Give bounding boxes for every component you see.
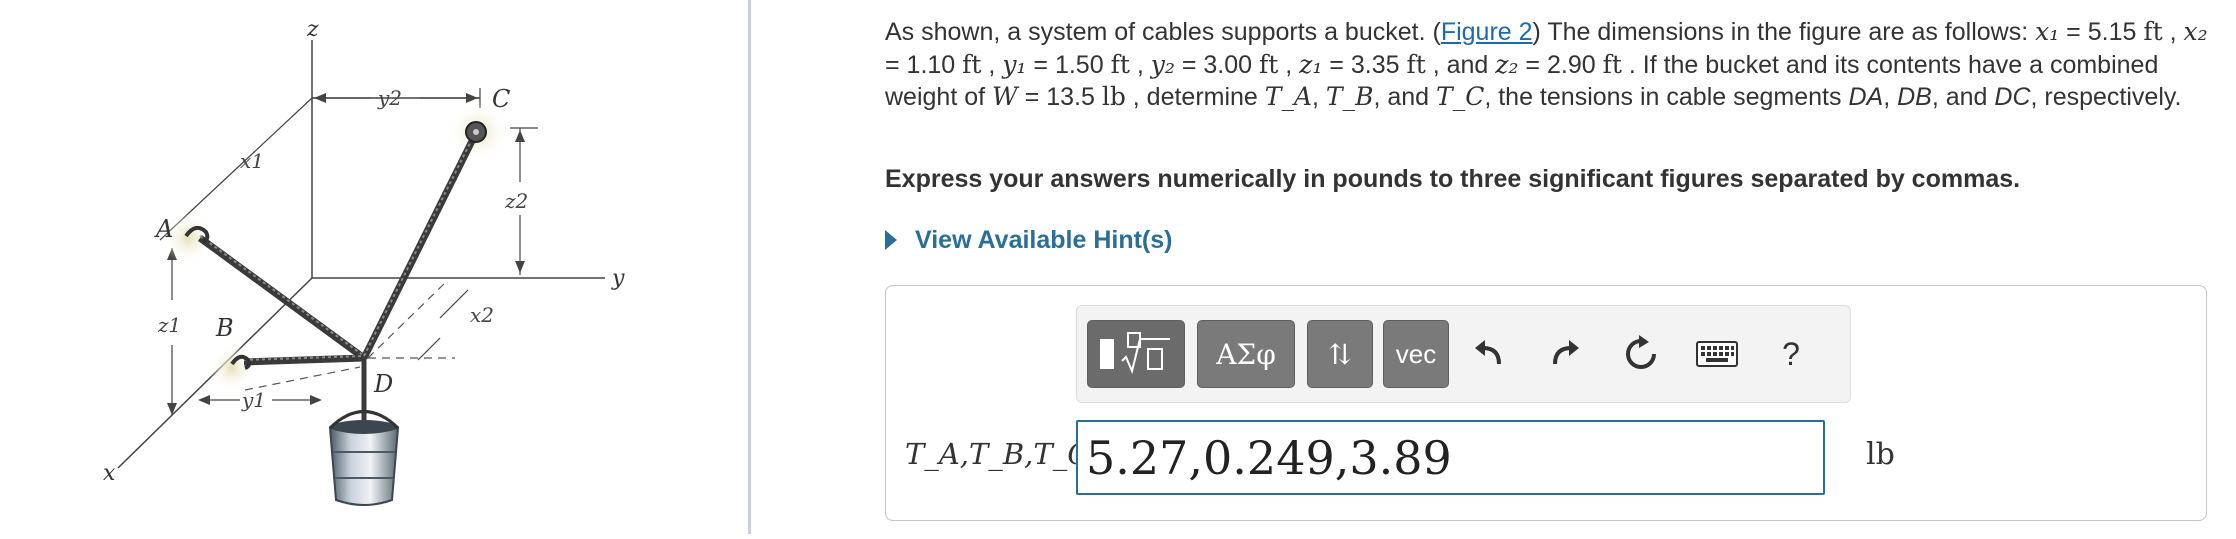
templates-button[interactable]: [1087, 320, 1185, 388]
var-tc: T_C: [1436, 82, 1485, 111]
answer-input[interactable]: [1076, 420, 1825, 495]
z2-dimension-label: z2: [504, 189, 528, 213]
help-button[interactable]: ?: [1767, 330, 1815, 378]
var-x1: x₁: [2035, 17, 2060, 46]
undo-icon: [1475, 340, 1501, 365]
undo-button[interactable]: [1465, 330, 1513, 378]
reset-button[interactable]: [1617, 330, 1665, 378]
answer-instruction: Express your answers numerically in poun…: [885, 165, 2021, 193]
x1-dimension-label: x1: [240, 149, 264, 173]
greek-symbols-button[interactable]: ΑΣφ: [1197, 320, 1295, 388]
redo-button[interactable]: [1541, 330, 1589, 378]
var-y2: y₂: [1150, 49, 1175, 79]
x-axis-label: x: [103, 461, 116, 486]
point-a-label: A: [154, 215, 173, 243]
hint-label: View Available Hint(s): [915, 226, 1173, 254]
problem-text-1: As shown, a system of cables supports a …: [885, 18, 1441, 46]
dashed-b-line: [244, 366, 361, 391]
keyboard-button[interactable]: [1693, 330, 1741, 378]
bucket-icon: [328, 426, 400, 506]
help-icon: ?: [1782, 335, 1800, 372]
var-x2: x₂: [2183, 17, 2208, 46]
var-z1: z₁: [1299, 49, 1323, 79]
point-d-label: D: [373, 370, 393, 398]
reset-icon: [1626, 335, 1656, 369]
point-b-label: B: [215, 314, 234, 342]
redo-icon: [1553, 340, 1579, 365]
keyboard-icon: [1696, 341, 1738, 367]
cable-system-diagram: y2 z2 x1 x2 z1 y1 z y x C A B D: [103, 17, 625, 506]
arrows-button[interactable]: ⇅: [1307, 320, 1373, 388]
var-w: W: [992, 82, 1018, 111]
var-ta: T_A: [1264, 82, 1313, 111]
var-tb: T_B: [1325, 82, 1374, 111]
z-axis-label: z: [306, 17, 319, 42]
figure-link[interactable]: Figure 2: [1441, 18, 1533, 46]
point-c-label: C: [492, 85, 510, 113]
x2-dimension-label: x2: [470, 303, 494, 327]
fraction-sqrt-template-icon: [1100, 332, 1170, 375]
view-hints-link[interactable]: View Available Hint(s): [885, 226, 1172, 255]
math-toolbar: ΑΣφ ⇅ vec ?: [1076, 305, 1851, 403]
y2-dimension-label: y2: [377, 86, 402, 110]
z1-dimension-label: z1: [157, 313, 181, 337]
var-z2: z₂: [1495, 49, 1519, 79]
expand-triangle-icon: [885, 230, 897, 250]
var-y1: y₁: [1002, 49, 1027, 79]
figure-panel: y2 z2 x1 x2 z1 y1 z y x C A B D: [0, 0, 746, 534]
vector-button[interactable]: vec: [1383, 320, 1449, 388]
answer-unit: lb: [1866, 437, 1895, 472]
panel-divider: [748, 0, 751, 534]
problem-statement: As shown, a system of cables supports a …: [885, 17, 2208, 111]
y-axis-label: y: [611, 266, 625, 291]
y1-dimension-label: y1: [241, 388, 266, 412]
